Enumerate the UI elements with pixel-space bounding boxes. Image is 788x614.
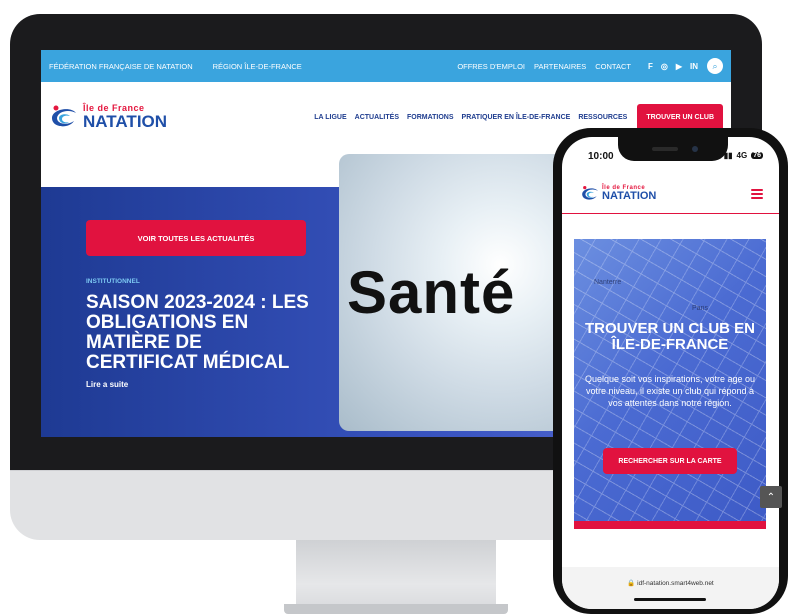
mobile-website: 10:00 ▮▮ 4G 76 Île de France NATATION Na… (562, 137, 779, 609)
read-more-link[interactable]: Lire a suite (86, 380, 128, 389)
youtube-icon[interactable]: ▶ (676, 62, 682, 71)
hamburger-menu-icon[interactable] (751, 189, 763, 199)
search-icon[interactable]: ⌕ (707, 58, 723, 74)
scroll-top-button[interactable]: ⌃ (760, 486, 782, 508)
imac-stand (284, 540, 508, 614)
url-text: idf-natation.smart4web.net (637, 580, 714, 587)
map-label-paris: Paris (692, 305, 708, 312)
logo-text: Île de France NATATION (83, 104, 168, 131)
nav-item-actualites[interactable]: ACTUALITÉS (355, 114, 399, 121)
hero-image-text: Santé (347, 259, 516, 326)
nav-menu: LA LIGUE ACTUALITÉS FORMATIONS PRATIQUER… (314, 103, 723, 131)
hero-news-image[interactable]: Santé (339, 154, 569, 431)
link-contact[interactable]: CONTACT (595, 62, 631, 71)
news-headline[interactable]: SAISON 2023-2024 : LES OBLIGATIONS EN MA… (86, 293, 316, 373)
section-footer-bar (574, 521, 766, 529)
link-partners[interactable]: PARTENAIRES (534, 62, 586, 71)
logo-bottom-text: NATATION (602, 190, 657, 202)
signal-icon: ▮▮ (723, 151, 733, 160)
mobile-logo[interactable]: Île de France NATATION (580, 185, 656, 202)
site-logo[interactable]: Île de France NATATION (49, 104, 167, 130)
link-region[interactable]: RÉGION ÎLE-DE-FRANCE (213, 62, 302, 71)
facebook-icon[interactable]: f (648, 62, 653, 71)
logo-bottom-text: NATATION (83, 112, 168, 131)
browser-url[interactable]: 🔒 idf-natation.smart4web.net (562, 579, 779, 587)
top-bar: FÉDÉRATION FRANÇAISE DE NATATION RÉGION … (41, 50, 731, 82)
find-club-description: Quelque soit vos inspirations, votre age… (584, 374, 756, 408)
nav-item-ressources[interactable]: RESSOURCES (578, 114, 627, 121)
news-category[interactable]: INSTITUTIONNEL (86, 278, 140, 285)
map-label-nanterre: Nanterre (594, 279, 622, 286)
lock-icon: 🔒 (627, 580, 638, 587)
social-links: f ◎ ▶ in (648, 62, 698, 71)
home-indicator (634, 598, 706, 601)
status-time: 10:00 (588, 151, 614, 162)
logo-swirl-icon (52, 105, 76, 127)
linkedin-icon[interactable]: in (690, 62, 698, 71)
device-mockup-stage: FÉDÉRATION FRANÇAISE DE NATATION RÉGION … (0, 0, 788, 614)
nav-item-la-ligue[interactable]: LA LIGUE (314, 114, 346, 121)
all-news-button[interactable]: VOIR TOUTES LES ACTUALITÉS (86, 220, 306, 256)
link-ffn[interactable]: FÉDÉRATION FRANÇAISE DE NATATION (49, 62, 193, 71)
chevron-up-icon: ⌃ (766, 491, 776, 503)
top-bar-left: FÉDÉRATION FRANÇAISE DE NATATION RÉGION … (49, 62, 302, 71)
link-jobs[interactable]: OFFRES D'EMPLOI (457, 62, 525, 71)
mobile-logo-text: Île de France NATATION (602, 185, 656, 202)
network-label: 4G (736, 151, 748, 160)
battery-icon: 76 (751, 152, 763, 159)
nav-item-pratiquer[interactable]: PRATIQUER EN ÎLE-DE-FRANCE (462, 114, 571, 121)
search-map-button[interactable]: RECHERCHER SUR LA CARTE (603, 448, 737, 474)
nav-item-formations[interactable]: FORMATIONS (407, 114, 454, 121)
browser-bottom-bar (562, 567, 779, 609)
find-club-title: TROUVER UN CLUB EN ÎLE-DE-FRANCE (584, 320, 755, 353)
instagram-icon[interactable]: ◎ (661, 62, 668, 71)
status-indicators: ▮▮ 4G 76 (724, 151, 763, 160)
find-club-button[interactable]: TROUVER UN CLUB (637, 103, 723, 131)
top-bar-right: OFFRES D'EMPLOI PARTENAIRES CONTACT f ◎ … (457, 58, 723, 74)
logo-swirl-icon (582, 185, 598, 200)
header-divider (562, 213, 779, 214)
phone-mockup: 10:00 ▮▮ 4G 76 Île de France NATATION Na… (553, 128, 788, 614)
phone-notch (618, 137, 728, 161)
